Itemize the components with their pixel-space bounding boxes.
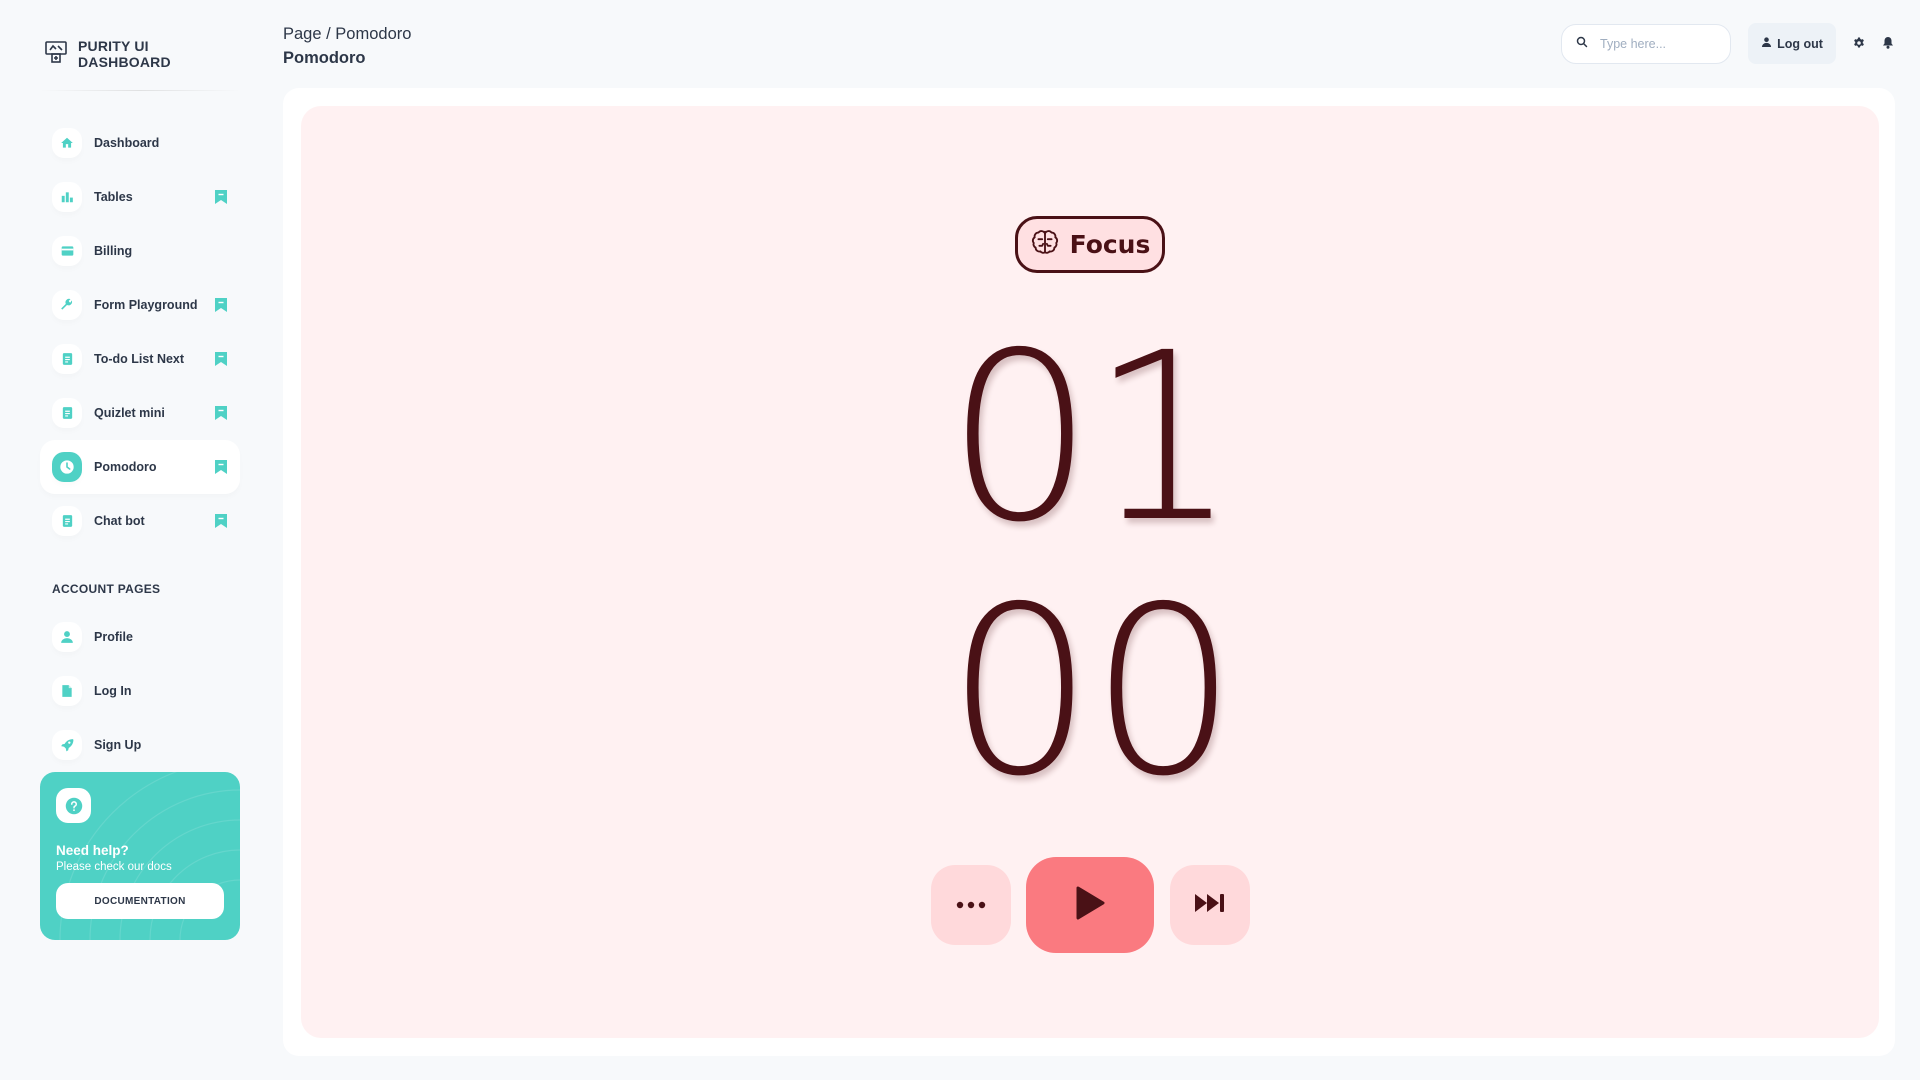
help-subtitle: Please check our docs [56, 861, 172, 873]
timer-seconds: 00 [946, 557, 1237, 827]
mode-badge: Focus [1015, 216, 1165, 273]
sidebar-item-label: Tables [94, 190, 133, 204]
bookmark-icon[interactable] [214, 405, 228, 426]
sidebar-item-form-playground[interactable]: Form Playground [40, 278, 240, 332]
more-icon [956, 896, 986, 914]
logout-label: Log out [1777, 36, 1823, 51]
document-icon [52, 506, 82, 536]
sidebar-item-tables[interactable]: Tables [40, 170, 240, 224]
sidebar-item-label: Pomodoro [94, 460, 157, 474]
sidebar-item-label: Dashboard [94, 136, 160, 150]
skip-forward-icon [1193, 892, 1227, 919]
account-nav: Profile Log In Sign Up [40, 610, 240, 772]
timer-minutes: 01 [946, 303, 1237, 573]
sidebar-nav: Dashboard Tables Billing Form Playground [40, 116, 240, 548]
skip-button[interactable] [1170, 865, 1250, 945]
sidebar-item-todo-list-next[interactable]: To-do List Next [40, 332, 240, 386]
sidebar-item-quizlet-mini[interactable]: Quizlet mini [40, 386, 240, 440]
sidebar-item-profile[interactable]: Profile [40, 610, 240, 664]
sidebar-item-label: Form Playground [94, 298, 198, 312]
sidebar-item-log-in[interactable]: Log In [40, 664, 240, 718]
sidebar-item-pomodoro[interactable]: Pomodoro [40, 440, 240, 494]
page-title: Pomodoro [283, 49, 366, 67]
clock-icon [52, 452, 82, 482]
file-icon [52, 676, 82, 706]
brand-title: PURITY UI DASHBOARD [78, 38, 171, 70]
help-title: Need help? [56, 843, 129, 858]
sidebar-item-label: Profile [94, 630, 133, 644]
bookmark-icon[interactable] [214, 297, 228, 318]
play-button[interactable] [1026, 857, 1154, 953]
credit-card-icon [52, 236, 82, 266]
dashboard-logo-icon [44, 40, 68, 69]
wrench-icon [52, 290, 82, 320]
bell-icon[interactable] [1882, 36, 1894, 54]
bookmark-icon[interactable] [214, 459, 228, 480]
sidebar: PURITY UI DASHBOARD Dashboard Tables Bil… [40, 0, 240, 1080]
section-title-account-pages: ACCOUNT PAGES [52, 582, 161, 596]
person-icon [1761, 36, 1772, 51]
sidebar-item-label: Sign Up [94, 738, 142, 752]
document-icon [52, 398, 82, 428]
brand[interactable]: PURITY UI DASHBOARD [44, 38, 240, 70]
sidebar-item-label: Chat bot [94, 514, 145, 528]
sidebar-item-label: Log In [94, 684, 132, 698]
bookmark-icon[interactable] [214, 189, 228, 210]
breadcrumb[interactable]: Page / Pomodoro [283, 25, 411, 44]
sidebar-item-sign-up[interactable]: Sign Up [40, 718, 240, 772]
sidebar-item-billing[interactable]: Billing [40, 224, 240, 278]
person-icon [52, 622, 82, 652]
bookmark-icon[interactable] [214, 513, 228, 534]
question-icon [56, 788, 91, 823]
sidebar-item-label: Billing [94, 244, 133, 258]
play-icon [1074, 885, 1106, 926]
mode-label: Focus [1069, 230, 1151, 259]
home-icon [52, 128, 82, 158]
sidebar-item-label: To-do List Next [94, 352, 185, 366]
sidebar-item-label: Quizlet mini [94, 406, 165, 420]
brain-icon [1030, 227, 1060, 263]
more-options-button[interactable] [931, 865, 1011, 945]
bookmark-icon[interactable] [214, 351, 228, 372]
bar-chart-icon [52, 182, 82, 212]
search-input[interactable] [1600, 37, 1720, 51]
divider [40, 90, 240, 91]
document-icon [52, 344, 82, 374]
search-icon [1576, 35, 1588, 53]
documentation-button[interactable]: DOCUMENTATION [56, 883, 224, 919]
sidebar-item-chat-bot[interactable]: Chat bot [40, 494, 240, 548]
gear-icon[interactable] [1853, 36, 1865, 54]
help-card: Need help? Please check our docs DOCUMEN… [40, 772, 240, 940]
logout-button[interactable]: Log out [1748, 23, 1836, 64]
sidebar-item-dashboard[interactable]: Dashboard [40, 116, 240, 170]
rocket-icon [52, 730, 82, 760]
search-box[interactable] [1561, 24, 1731, 64]
pomodoro-timer: Focus 01 00 [301, 106, 1879, 1038]
